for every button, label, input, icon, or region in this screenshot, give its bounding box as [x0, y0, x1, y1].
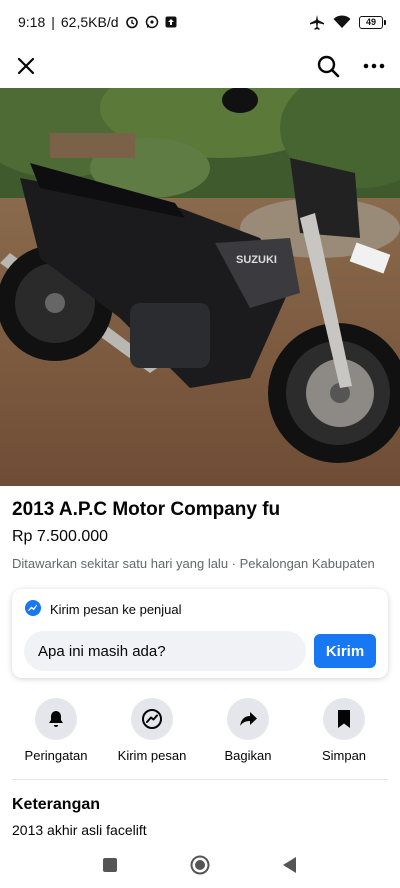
send-button[interactable]: Kirim	[314, 634, 376, 668]
wifi-icon	[333, 15, 351, 29]
status-bar: 9:18 | 62,5KB/d 49	[0, 0, 400, 44]
bell-icon	[49, 711, 63, 727]
top-bar	[0, 44, 400, 88]
share-label: Bagikan	[224, 748, 272, 763]
description-text: 2013 akhir asli facelift	[12, 822, 147, 838]
listing-meta: Ditawarkan sekitar satu hari yang lalu ·…	[12, 556, 375, 571]
share-icon	[240, 712, 257, 726]
alarm-icon	[125, 15, 139, 29]
network-speed: 62,5KB/d	[60, 14, 119, 30]
system-nav-bar	[0, 846, 400, 888]
close-icon	[17, 57, 35, 75]
message-header-label: Kirim pesan ke penjual	[50, 602, 182, 617]
badge-text: SUZUKI	[236, 254, 277, 266]
message-header: Kirim pesan ke penjual	[24, 599, 376, 620]
share-button[interactable]: Bagikan	[203, 698, 293, 763]
messenger-icon	[24, 599, 42, 620]
whatsapp-icon	[145, 15, 159, 29]
save-label: Simpan	[321, 748, 367, 763]
listing-title: 2013 A.P.C Motor Company fu	[12, 499, 281, 520]
close-button[interactable]	[12, 52, 40, 80]
send-message-label: Kirim pesan	[117, 748, 187, 763]
back-icon	[283, 856, 296, 873]
battery-icon: 49	[359, 15, 386, 29]
description-heading: Keterangan	[12, 796, 101, 813]
motorcycle-photo: SUZUKI	[0, 88, 400, 486]
message-seller-card: Kirim pesan ke penjual Apa ini masih ada…	[12, 589, 388, 678]
bookmark-icon	[338, 710, 350, 728]
more-icon	[363, 63, 385, 69]
more-button[interactable]	[360, 52, 388, 80]
recents-icon	[103, 857, 117, 872]
status-time: 9:18	[18, 14, 46, 30]
back-button[interactable]	[282, 856, 298, 879]
alert-button[interactable]: Peringatan	[11, 698, 101, 763]
home-button[interactable]	[190, 855, 210, 880]
recents-button[interactable]	[102, 857, 118, 878]
messenger-icon	[142, 709, 162, 729]
listing-price: Rp 7.500.000	[12, 528, 109, 545]
airplane-icon	[309, 14, 325, 30]
send-message-button[interactable]: Kirim pesan	[107, 698, 197, 763]
alert-label: Peringatan	[24, 748, 88, 763]
action-row: Peringatan Kirim pesan Bagikan Simpan	[0, 698, 400, 763]
search-button[interactable]	[314, 52, 342, 80]
home-icon	[190, 855, 210, 874]
divider	[12, 779, 388, 780]
search-icon	[317, 55, 340, 78]
message-input[interactable]: Apa ini masih ada?	[24, 631, 306, 671]
save-button[interactable]: Simpan	[299, 698, 389, 763]
upload-icon	[165, 16, 177, 28]
listing-photo[interactable]: SUZUKI	[0, 88, 400, 486]
